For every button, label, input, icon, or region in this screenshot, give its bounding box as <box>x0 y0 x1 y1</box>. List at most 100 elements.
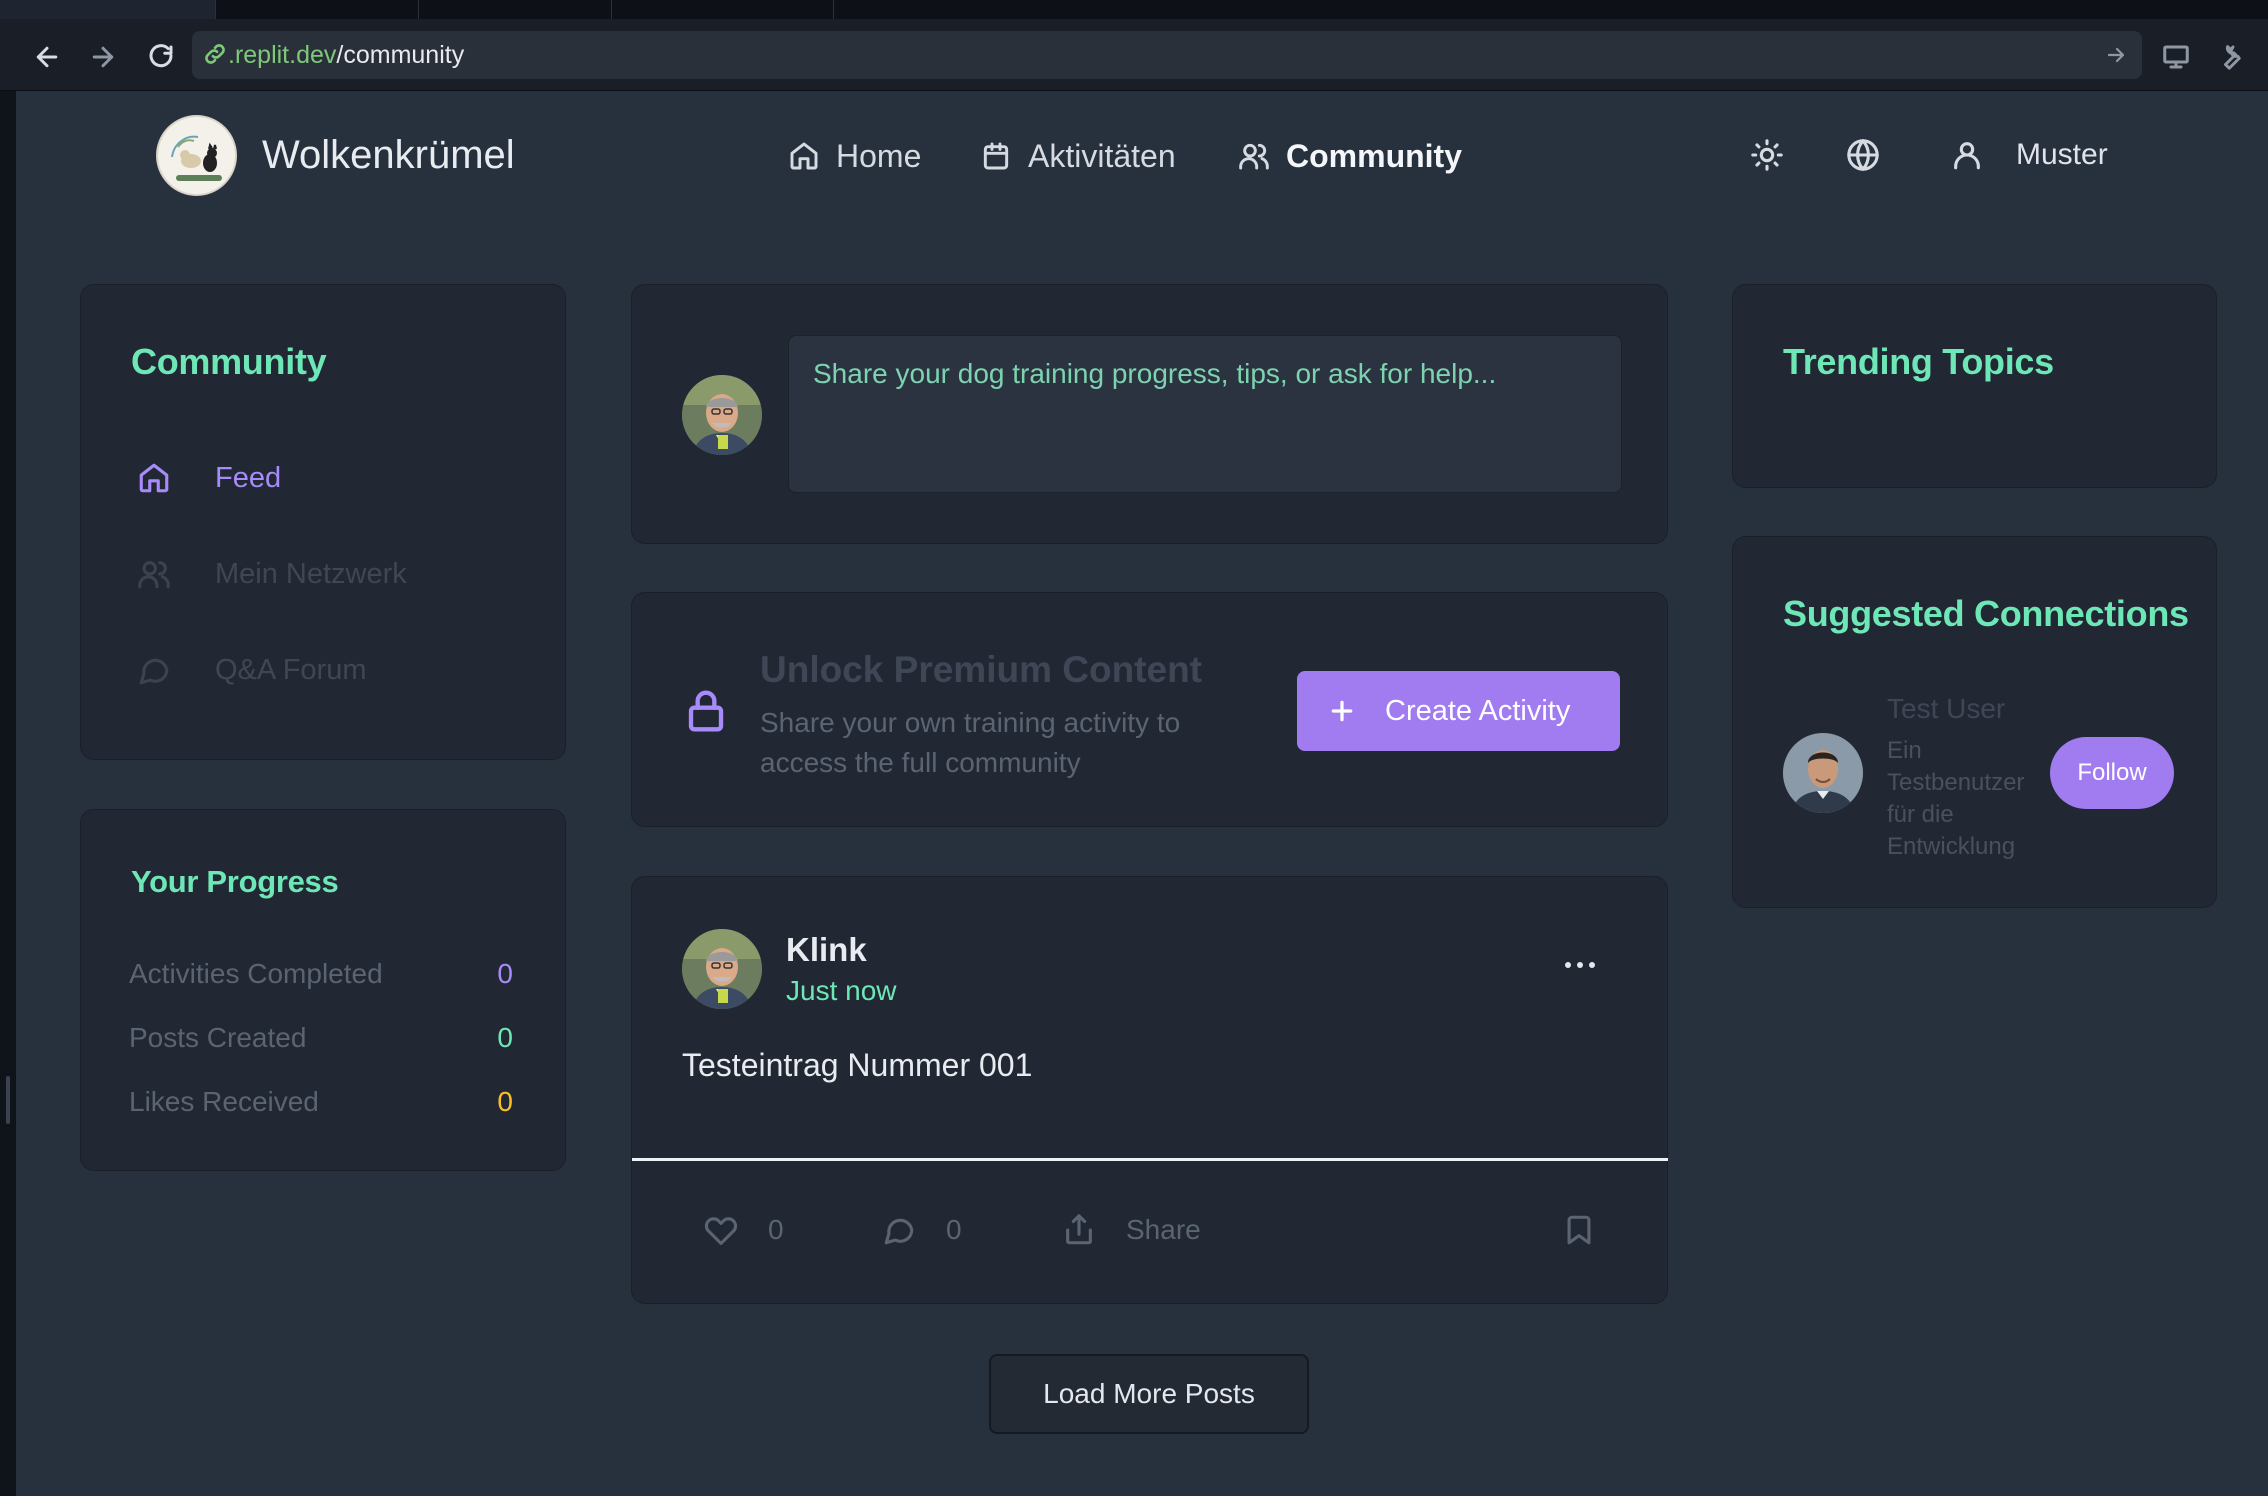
nav-community-label: Community <box>1286 137 1462 174</box>
progress-title: Your Progress <box>131 864 339 899</box>
suggested-user-bio: Ein Testbenutzer für die Entwicklung <box>1887 737 2025 860</box>
go-arrow-icon[interactable] <box>2104 43 2128 67</box>
avatar[interactable] <box>1783 733 1863 813</box>
forward-button[interactable] <box>85 39 121 75</box>
users-icon <box>1239 143 1269 170</box>
devices-button[interactable] <box>2158 39 2194 75</box>
sidebar-item-label: Feed <box>215 461 282 494</box>
post-card: Klink Just now Testeintrag Nummer 001 0 … <box>631 876 1668 1304</box>
post-divider <box>632 1158 1668 1161</box>
monitor-icon <box>2163 45 2189 69</box>
progress-row-likes: Likes Received 0 <box>129 1086 513 1118</box>
progress-label: Posts Created <box>129 1022 307 1053</box>
user-menu-button[interactable] <box>1950 138 1986 174</box>
premium-card: Unlock Premium Content Share your own tr… <box>631 592 1668 827</box>
nav-home-label: Home <box>836 137 922 174</box>
link-icon <box>202 41 228 67</box>
post-timestamp: Just now <box>786 975 897 1006</box>
url-text: .replit.dev/community <box>228 41 464 70</box>
avatar <box>682 375 762 455</box>
brand-name[interactable]: Wolkenkrümel <box>262 133 515 178</box>
avatar[interactable] <box>682 929 762 1009</box>
progress-label: Likes Received <box>129 1086 319 1117</box>
bookmark-button[interactable] <box>1562 1213 1596 1247</box>
share-label: Share <box>1126 1214 1201 1245</box>
suggested-user-avatar-image <box>1783 733 1863 813</box>
logo-dog-icon <box>160 119 235 194</box>
suggested-title: Suggested Connections <box>1783 593 2189 634</box>
chat-bubble-icon <box>139 658 169 685</box>
chat-bubble-icon <box>884 1218 914 1245</box>
progress-row-activities: Activities Completed 0 <box>129 958 513 990</box>
post-content: Testeintrag Nummer 001 <box>682 1047 1033 1083</box>
back-button[interactable] <box>29 39 65 75</box>
share-button[interactable]: Share <box>1062 1213 1201 1247</box>
browser-tab[interactable] <box>216 0 419 19</box>
nav-home[interactable]: Home <box>788 136 921 176</box>
post-author[interactable]: Klink <box>786 931 867 969</box>
address-bar[interactable]: .replit.dev/community <box>192 31 2142 79</box>
more-options-icon[interactable] <box>1560 955 1600 975</box>
composer-placeholder: Share your dog training progress, tips, … <box>813 358 1497 389</box>
suggested-user-name[interactable]: Test User <box>1887 693 2005 725</box>
sidebar-item-feed[interactable]: Feed <box>137 461 281 495</box>
user-avatar-image <box>682 375 762 455</box>
browser-tab[interactable] <box>612 0 834 19</box>
url-host: .replit.dev <box>228 41 337 69</box>
language-toggle[interactable] <box>1846 138 1882 174</box>
comment-button[interactable]: 0 <box>882 1213 962 1247</box>
nav-community[interactable]: Community <box>1238 136 1462 176</box>
progress-value: 0 <box>497 958 513 989</box>
browser-tab-strip <box>0 0 2268 19</box>
reload-button[interactable] <box>143 39 179 75</box>
theme-toggle[interactable] <box>1750 138 1786 174</box>
reload-icon <box>149 44 173 68</box>
arrow-left-icon <box>36 46 58 68</box>
composer-card: Share your dog training progress, tips, … <box>631 284 1668 544</box>
user-name[interactable]: Muster <box>2016 138 2108 172</box>
browser-tab[interactable] <box>419 0 612 19</box>
app-logo[interactable] <box>156 115 237 196</box>
sidebar-item-label: Q&A Forum <box>215 653 367 686</box>
create-activity-label: Create Activity <box>1385 694 1571 727</box>
sidebar-item-qa-forum[interactable]: Q&A Forum <box>137 653 367 687</box>
url-path: /community <box>336 41 465 69</box>
devtools-button[interactable] <box>2210 39 2246 75</box>
sun-icon <box>1751 139 1783 171</box>
trending-topics-card: Trending Topics <box>1732 284 2217 488</box>
share-icon <box>1066 1214 1092 1245</box>
lock-icon <box>686 689 726 733</box>
premium-description: Share your own training activity to acce… <box>760 707 1181 778</box>
user-icon <box>1954 142 1980 170</box>
follow-button[interactable]: Follow <box>2050 737 2174 809</box>
nav-activities[interactable]: Aktivitäten <box>980 136 1176 176</box>
home-icon <box>139 463 169 493</box>
progress-value: 0 <box>497 1022 513 1053</box>
side-panel-edge <box>0 91 16 1496</box>
progress-row-posts: Posts Created 0 <box>129 1022 513 1054</box>
progress-card: Your Progress Activities Completed 0 Pos… <box>80 809 566 1171</box>
community-nav-card: Community Feed Mein Netzwerk Q&A Forum <box>80 284 566 760</box>
resize-handle[interactable] <box>6 1076 10 1124</box>
post-composer-input[interactable]: Share your dog training progress, tips, … <box>788 335 1622 493</box>
browser-tab-active[interactable] <box>0 0 216 19</box>
calendar-icon <box>983 142 1009 170</box>
progress-value: 0 <box>497 1086 513 1117</box>
nav-activities-label: Aktivitäten <box>1028 137 1176 174</box>
bookmark-icon <box>1567 1215 1591 1245</box>
users-icon <box>138 561 170 589</box>
globe-icon <box>1847 139 1879 171</box>
suggested-connections-card: Suggested Connections Test User Ein Test… <box>1732 536 2217 908</box>
load-more-button[interactable]: Load More Posts <box>989 1354 1309 1434</box>
community-nav-title: Community <box>131 341 327 382</box>
progress-label: Activities Completed <box>129 958 383 989</box>
trending-title: Trending Topics <box>1783 341 2054 382</box>
browser-toolbar: .replit.dev/community <box>0 19 2268 91</box>
create-activity-button[interactable]: Create Activity <box>1297 671 1620 751</box>
like-button[interactable]: 0 <box>704 1213 784 1247</box>
wrench-icon <box>2224 45 2241 70</box>
sidebar-item-label: Mein Netzwerk <box>215 557 407 590</box>
comment-count: 0 <box>946 1214 962 1245</box>
home-icon <box>790 142 818 170</box>
sidebar-item-network[interactable]: Mein Netzwerk <box>137 557 407 591</box>
